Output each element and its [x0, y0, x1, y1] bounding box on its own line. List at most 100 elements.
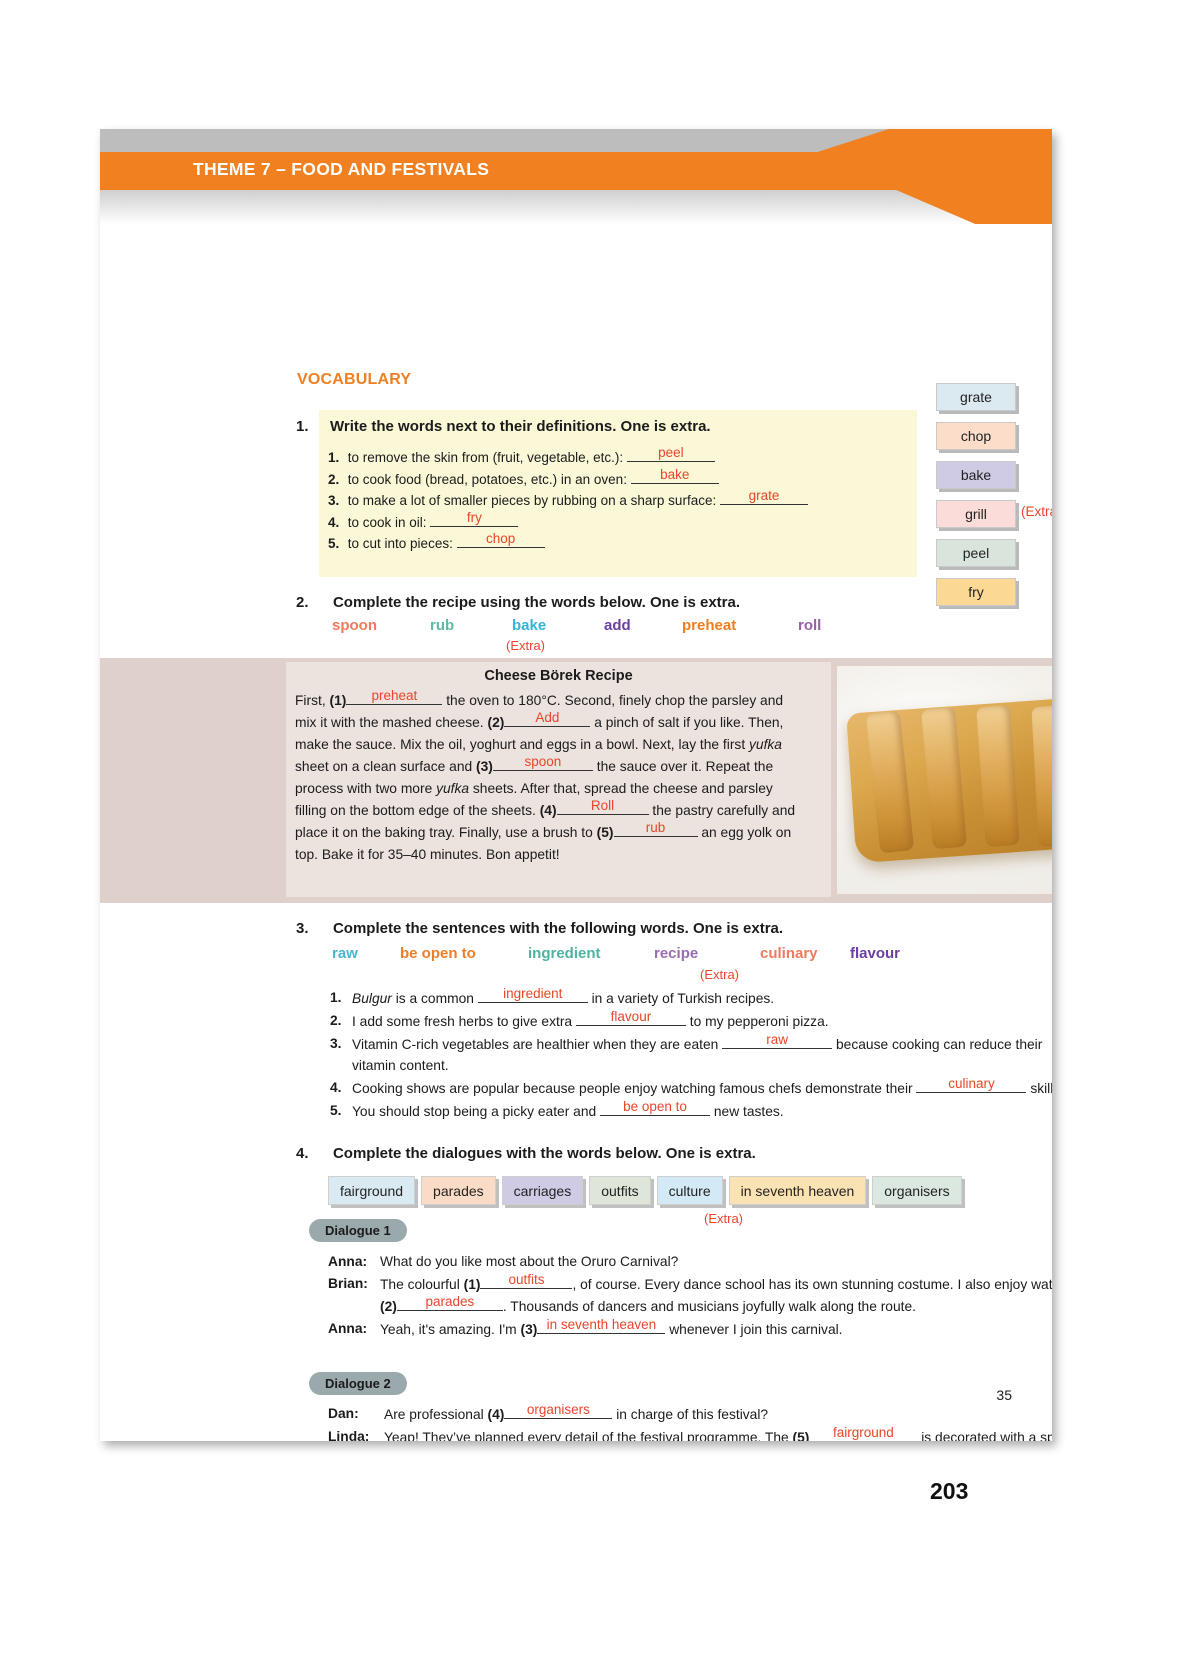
- item-text: You should stop being a picky eater and: [352, 1104, 601, 1119]
- dialogue-line: Linda: Yeap! They’ve planned every detail…: [328, 1425, 1052, 1442]
- answer-blank[interactable]: organisers: [504, 1403, 613, 1419]
- chip-label: fairground: [340, 1182, 404, 1199]
- word-be-open-to[interactable]: be open to: [400, 945, 476, 962]
- line-text: Yeah, it's amazing. I'm: [380, 1321, 521, 1337]
- item-number: 2.: [330, 1013, 342, 1028]
- recipe-part: First,: [295, 693, 330, 708]
- answer-blank[interactable]: ingredient: [477, 986, 588, 1003]
- recipe-text: First, (1) preheat the oven to 180°C. Sec…: [295, 689, 805, 865]
- item-text: to cook food (bread, potatoes, etc.) in …: [347, 471, 627, 487]
- answer-text: parades: [425, 1294, 475, 1309]
- answer-blank[interactable]: be open to: [600, 1099, 711, 1116]
- item-number: 1.: [330, 990, 342, 1005]
- answer-text: outfits: [508, 1271, 545, 1287]
- word-chip-fairground[interactable]: fairground: [328, 1176, 416, 1205]
- line-text: . Thousands of dancers and musicians joy…: [502, 1299, 916, 1314]
- exercise2-heading: 2. Complete the recipe using the words b…: [296, 594, 996, 612]
- recipe-blank-4[interactable]: Roll: [556, 799, 649, 816]
- list-item: 4. Cooking shows are popular because peop…: [330, 1077, 1052, 1099]
- theme-title: THEME 7 – FOOD AND FESTIVALS: [193, 159, 490, 179]
- gap-number: (1): [329, 693, 347, 708]
- line-text: The colourful: [380, 1276, 464, 1292]
- inner-page-number: 35: [996, 1387, 1012, 1403]
- list-item: 5. You should stop being a picky eater an…: [330, 1100, 1052, 1122]
- gap-number: (2): [380, 1299, 397, 1314]
- answer-text: chop: [485, 531, 516, 546]
- answer-blank[interactable]: culinary: [916, 1077, 1027, 1093]
- answer-blank-3[interactable]: grate: [719, 488, 808, 505]
- item-text: new tastes.: [710, 1104, 784, 1119]
- word-add[interactable]: add: [604, 617, 631, 634]
- answer-text: be open to: [623, 1099, 687, 1114]
- line-text: Are professional: [384, 1407, 488, 1422]
- word-spoon[interactable]: spoon: [332, 617, 377, 634]
- word-chip-organisers[interactable]: organisers: [872, 1176, 962, 1205]
- chip-label: culture: [668, 1182, 711, 1199]
- item-text: Vitamin C-rich vegetables are healthier …: [352, 1037, 723, 1052]
- answer-blank-1[interactable]: peel: [626, 446, 715, 462]
- gap-number: (4): [539, 803, 557, 819]
- chip-label: chop: [960, 428, 992, 444]
- list-item: 3. Vitamin C-rich vegetables are healthie…: [330, 1033, 1052, 1076]
- word-culinary[interactable]: culinary: [760, 945, 818, 962]
- answer-blank-4[interactable]: fry: [430, 510, 519, 527]
- answer-blank[interactable]: in seventh heaven: [537, 1316, 666, 1334]
- answer-blank[interactable]: parades: [396, 1294, 503, 1311]
- answer-text: grate: [748, 488, 780, 503]
- dialogue1-body: Anna: What do you like most about the Oru…: [328, 1251, 1052, 1340]
- word-chip-chop[interactable]: chop: [936, 422, 1016, 450]
- word-flavour[interactable]: flavour: [850, 945, 900, 962]
- word-ingredient[interactable]: ingredient: [528, 945, 601, 962]
- exercise2-number: 2.: [296, 594, 309, 611]
- word-rub[interactable]: rub: [430, 617, 454, 634]
- recipe-blank-3[interactable]: spoon: [492, 755, 593, 772]
- answer-blank[interactable]: fairground: [809, 1425, 918, 1441]
- word-chip-in-seventh-heaven[interactable]: in seventh heaven: [728, 1176, 867, 1205]
- exercise1-number: 1.: [296, 418, 309, 435]
- word-chip-peel[interactable]: peel: [936, 539, 1016, 567]
- word-chip-grill[interactable]: grill (Extra): [936, 500, 1052, 528]
- word-chip-parades[interactable]: parades: [421, 1176, 496, 1205]
- word-roll[interactable]: roll: [798, 617, 821, 634]
- exercise1-word-bank: grate chop bake grill (Extra) peel fry: [936, 383, 1052, 617]
- gap-number: (3): [520, 1321, 538, 1337]
- word-chip-bake[interactable]: bake: [936, 461, 1016, 489]
- answer-blank[interactable]: outfits: [480, 1271, 573, 1289]
- gap-number: (5): [596, 825, 614, 841]
- recipe-blank-2[interactable]: Add: [504, 711, 591, 728]
- list-item: 1. Bulgur is a common ingredient in a var…: [330, 987, 1052, 1009]
- word-chip-carriages[interactable]: carriages: [501, 1176, 584, 1205]
- list-item: 2. to cook food (bread, potatoes, etc.) …: [328, 466, 948, 490]
- word-recipe[interactable]: recipe: [654, 945, 698, 962]
- chip-label: grill: [965, 506, 987, 522]
- dialogue-line: Brian: The colourful (1) outfits , of cours…: [328, 1271, 1052, 1318]
- recipe-part: sheet on a clean surface and: [295, 759, 477, 775]
- answer-blank[interactable]: raw: [722, 1033, 833, 1049]
- line-text: in charge of this festival?: [612, 1407, 769, 1422]
- recipe-blank-1[interactable]: preheat: [346, 689, 443, 705]
- word-chip-grate[interactable]: grate: [936, 383, 1016, 411]
- word-bake[interactable]: bake: [512, 617, 546, 634]
- word-preheat[interactable]: preheat: [682, 617, 736, 634]
- line-text: Yeap! They’ve planned every detail of th…: [384, 1429, 793, 1442]
- word-chip-culture[interactable]: culture: [656, 1176, 723, 1205]
- chip-label: in seventh heaven: [740, 1182, 855, 1199]
- item-text: to my pepperoni pizza.: [685, 1014, 829, 1029]
- exercise3-items: 1. Bulgur is a common ingredient in a var…: [330, 987, 1052, 1123]
- answer-blank-2[interactable]: bake: [630, 466, 719, 484]
- answer-blank-5[interactable]: chop: [456, 531, 545, 548]
- line-text: , of course. Every dance school has its …: [572, 1276, 1052, 1292]
- item-number: 2.: [328, 471, 340, 487]
- line-text: whenever I join this carnival.: [665, 1321, 843, 1337]
- word-raw[interactable]: raw: [332, 945, 358, 962]
- recipe-blank-5[interactable]: rub: [613, 821, 698, 838]
- exercise2-extra-marker: (Extra): [506, 638, 545, 653]
- chip-label: parades: [433, 1182, 484, 1199]
- answer-text: bake: [660, 466, 690, 482]
- answer-text: in seventh heaven: [546, 1316, 657, 1332]
- answer-text: ingredient: [503, 986, 563, 1001]
- item-number: 1.: [328, 450, 340, 465]
- item-italic: Bulgur: [352, 991, 392, 1006]
- answer-blank[interactable]: flavour: [575, 1010, 686, 1026]
- word-chip-outfits[interactable]: outfits: [589, 1176, 651, 1205]
